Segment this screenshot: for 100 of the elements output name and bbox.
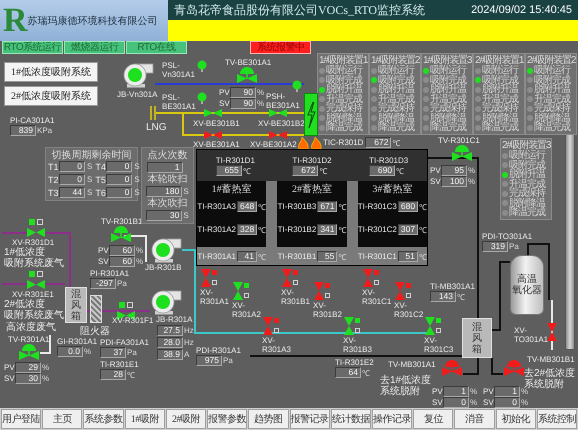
note-label: 高浓度废气: [6, 322, 56, 333]
tag-label: PI-CA301A1: [10, 116, 54, 125]
value-display: 28.0: [157, 337, 183, 348]
value-display: 30: [146, 210, 182, 221]
nav-button[interactable]: 趋势图: [248, 409, 289, 429]
field-label: PV: [430, 166, 441, 175]
date-time: 2024/09/02 15:40:45: [471, 4, 572, 16]
value-display: 95: [441, 165, 467, 176]
tag-label: JB-Vn301A: [117, 90, 158, 99]
nav-button[interactable]: 系统参数: [83, 409, 124, 429]
box-label: 混风箱: [71, 288, 81, 322]
unit-label: %: [521, 387, 528, 396]
value-display: 0: [106, 187, 132, 198]
tag-label: TV-R301B1: [101, 217, 142, 226]
step-label: 吸附运行: [378, 66, 414, 76]
step-label: 脱附降温: [534, 114, 570, 123]
step-label: 吸附完成: [378, 76, 414, 85]
value-display: 680: [398, 201, 418, 212]
panel-title: 切换周期剩余时间: [50, 150, 132, 161]
value-display: 672: [365, 137, 392, 148]
value-display: 0: [106, 161, 132, 172]
value-display: 29: [15, 362, 41, 373]
value-display: 341: [317, 224, 338, 235]
value-display: 55: [317, 250, 338, 262]
tank-label: 氧化器: [512, 285, 542, 296]
value-display: 0: [494, 397, 520, 408]
nav-button[interactable]: 主页: [42, 409, 82, 429]
nav-button[interactable]: 1#吸附: [124, 409, 165, 429]
nav-button[interactable]: 系统控制: [536, 409, 578, 429]
timer-label: T2: [48, 174, 58, 184]
value-display: 27.5: [157, 325, 183, 336]
unit-label: S: [183, 187, 189, 196]
unit-label: %: [42, 374, 50, 383]
panel-title: 1#吸附装置2: [371, 55, 420, 66]
note-label: 阻火器: [80, 326, 110, 337]
note-label: LNG: [146, 122, 167, 133]
nav-button[interactable]: 用户登陆: [1, 409, 42, 429]
value-display: 100: [441, 176, 467, 187]
step-label: 脱附升温: [430, 85, 466, 94]
step-label: 升温完成: [482, 94, 518, 104]
tag-label: PSH-BE301A1: [266, 92, 300, 110]
unit-label: Pa: [223, 356, 233, 365]
field-label: SV: [4, 374, 15, 383]
status-indicator: 燃烧器运行: [64, 41, 125, 54]
nav-button[interactable]: 统计数据: [330, 409, 371, 429]
nav-button[interactable]: 复位: [413, 409, 454, 429]
step-label: 吸附运行: [326, 66, 362, 76]
value-display: 44: [59, 187, 85, 198]
unit-label: %: [468, 166, 476, 175]
step-label: 降温完成: [482, 123, 518, 132]
note-label: 系统脱附: [524, 379, 564, 390]
nav-button[interactable]: 2#吸附: [166, 409, 206, 429]
tag-label: TI-R301B1: [278, 252, 316, 260]
unit-label: A: [184, 350, 190, 359]
nav-button[interactable]: 消音: [454, 409, 495, 429]
value-display: 0: [106, 174, 132, 185]
unit-label: %: [84, 347, 92, 356]
tag-label: XV-R301A2: [232, 301, 262, 319]
tag-label: TIC-R301D: [323, 138, 364, 147]
tag-label: TI-R301E2: [335, 358, 374, 367]
step-label: 脱附降温: [326, 114, 362, 123]
field-label: PV: [4, 363, 15, 372]
unit-label: ℃: [242, 166, 251, 176]
tag-label: TI-R301C3: [358, 202, 397, 211]
tag-label: JB-R301B: [145, 263, 182, 272]
value-display: 143: [430, 291, 456, 302]
value-display: 1: [443, 386, 469, 397]
value-display: 0: [443, 397, 469, 408]
tag-label: XV-R301D1: [12, 238, 54, 247]
nav-button[interactable]: 报警参数: [207, 409, 248, 429]
unit-label: ℃: [338, 252, 346, 262]
tag-label: TI-R301C2: [358, 225, 397, 234]
flame-arrester-drawing: [90, 295, 102, 323]
step-label: 降温完成: [509, 208, 545, 218]
value-display: 307: [398, 224, 418, 235]
tag-label: XV-R301E1: [12, 290, 54, 299]
nav-button[interactable]: 操作记录: [372, 409, 412, 429]
step-label: 升温完成: [534, 94, 570, 104]
tag-label: XV-R301C1: [362, 288, 392, 306]
unit-label: S: [134, 175, 140, 184]
unit-label: ℃: [319, 166, 328, 176]
unit-label: ℃: [258, 225, 266, 235]
tag-label: XV-BE301A2: [250, 140, 297, 149]
note-label: 2#低浓度: [4, 299, 46, 310]
flame-icon: [298, 137, 324, 149]
step-label: 脱附升温: [534, 85, 570, 94]
status-indicator: RTO系统运行: [2, 41, 63, 54]
nav-button[interactable]: 报警记录: [290, 409, 330, 429]
tag-label: XV-R301C2: [394, 301, 424, 319]
value-display: 37: [100, 347, 126, 358]
unit-label: ℃: [362, 368, 370, 378]
unit-label: ℃: [418, 252, 427, 262]
system-button[interactable]: 2#低浓度吸附系统: [4, 86, 98, 106]
step-label: 脱附降温: [378, 114, 414, 123]
field-label: SV: [98, 257, 109, 266]
unit-label: Pa: [509, 242, 519, 251]
tag-label: XV-R301B1: [281, 288, 311, 306]
nav-button[interactable]: 初始化: [496, 409, 536, 429]
step-label: 吸附完成: [534, 76, 570, 85]
system-button[interactable]: 1#低浓度吸附系统: [4, 62, 98, 82]
